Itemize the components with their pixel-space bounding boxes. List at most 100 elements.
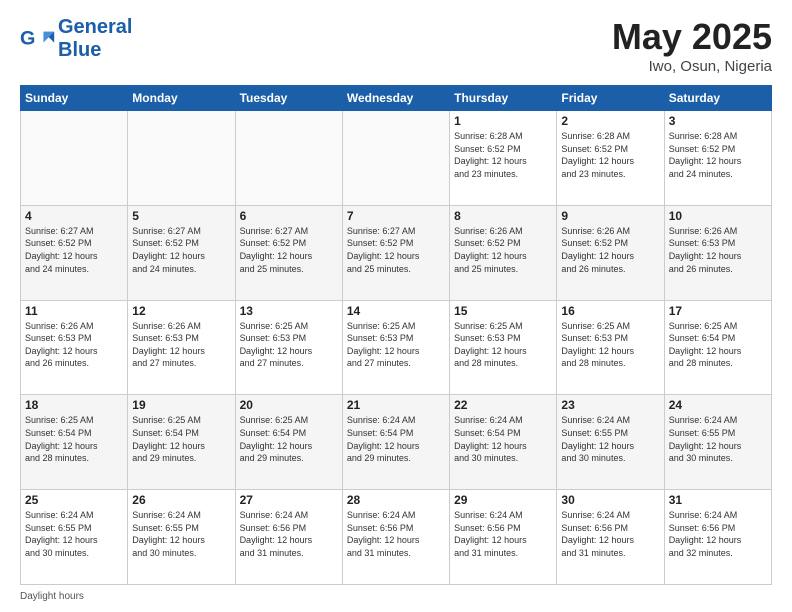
calendar-cell-w3-d7: 17Sunrise: 6:25 AM Sunset: 6:54 PM Dayli… bbox=[664, 300, 771, 395]
day-number: 15 bbox=[454, 304, 552, 318]
calendar-cell-w4-d5: 22 Sunrise: 6:24 AM Sunset: 6:54 PM Dayli… bbox=[450, 395, 557, 490]
day-number: 19 bbox=[132, 398, 230, 412]
calendar-cell-w5-d6: 30 Sunrise: 6:24 AM Sunset: 6:56 PM Dayli… bbox=[557, 490, 664, 585]
calendar-cell-w2-d3: 6 Sunrise: 6:27 AM Sunset: 6:52 PM Daylig… bbox=[235, 205, 342, 300]
title-location: Iwo, Osun, Nigeria bbox=[612, 58, 772, 75]
day-info: Sunrise: 6:28 AM Sunset: 6:52 PM Dayligh… bbox=[561, 130, 659, 180]
calendar-week-3: 11 Sunrise: 6:26 AM Sunset: 6:53 PM Dayli… bbox=[21, 300, 772, 395]
calendar-cell-w4-d6: 23Sunrise: 6:24 AM Sunset: 6:55 PM Dayli… bbox=[557, 395, 664, 490]
day-info: Sunrise: 6:25 AM Sunset: 6:54 PM Dayligh… bbox=[25, 414, 123, 464]
page: G General Blue May 2025 Iwo, Osun, Niger… bbox=[0, 0, 792, 612]
day-info: Sunrise: 6:26 AM Sunset: 6:53 PM Dayligh… bbox=[132, 320, 230, 370]
calendar-cell-w1-d5: 1 Sunrise: 6:28 AM Sunset: 6:52 PM Daylig… bbox=[450, 111, 557, 206]
day-number: 9 bbox=[561, 209, 659, 223]
calendar-table: SundayMondayTuesdayWednesdayThursdayFrid… bbox=[20, 85, 772, 585]
day-number: 14 bbox=[347, 304, 445, 318]
calendar-cell-w2-d2: 5 Sunrise: 6:27 AM Sunset: 6:52 PM Daylig… bbox=[128, 205, 235, 300]
calendar-week-4: 18 Sunrise: 6:25 AM Sunset: 6:54 PM Dayli… bbox=[21, 395, 772, 490]
title-month: May 2025 bbox=[612, 16, 772, 58]
logo: G General Blue bbox=[20, 16, 132, 62]
day-number: 27 bbox=[240, 493, 338, 507]
calendar-cell-w1-d4 bbox=[342, 111, 449, 206]
logo-blue: Blue bbox=[58, 39, 101, 61]
day-number: 25 bbox=[25, 493, 123, 507]
day-info: Sunrise: 6:24 AM Sunset: 6:54 PM Dayligh… bbox=[347, 414, 445, 464]
calendar-header-friday: Friday bbox=[557, 86, 664, 111]
footer: Daylight hours bbox=[20, 591, 772, 602]
calendar-cell-w1-d1 bbox=[21, 111, 128, 206]
day-number: 4 bbox=[25, 209, 123, 223]
day-info: Sunrise: 6:24 AM Sunset: 6:56 PM Dayligh… bbox=[240, 509, 338, 559]
calendar-cell-w3-d4: 14 Sunrise: 6:25 AM Sunset: 6:53 PM Dayli… bbox=[342, 300, 449, 395]
calendar-cell-w2-d5: 8 Sunrise: 6:26 AM Sunset: 6:52 PM Daylig… bbox=[450, 205, 557, 300]
calendar-week-2: 4 Sunrise: 6:27 AM Sunset: 6:52 PM Daylig… bbox=[21, 205, 772, 300]
footer-text: Daylight hours bbox=[20, 591, 84, 602]
calendar-cell-w1-d6: 2 Sunrise: 6:28 AM Sunset: 6:52 PM Daylig… bbox=[557, 111, 664, 206]
calendar-header-tuesday: Tuesday bbox=[235, 86, 342, 111]
logo-general: General bbox=[58, 16, 132, 39]
day-number: 22 bbox=[454, 398, 552, 412]
day-number: 18 bbox=[25, 398, 123, 412]
calendar-cell-w1-d3 bbox=[235, 111, 342, 206]
day-info: Sunrise: 6:25 AM Sunset: 6:54 PM Dayligh… bbox=[669, 320, 767, 370]
day-info: Sunrise: 6:24 AM Sunset: 6:55 PM Dayligh… bbox=[25, 509, 123, 559]
day-info: Sunrise: 6:24 AM Sunset: 6:56 PM Dayligh… bbox=[669, 509, 767, 559]
day-number: 5 bbox=[132, 209, 230, 223]
day-number: 11 bbox=[25, 304, 123, 318]
day-number: 28 bbox=[347, 493, 445, 507]
day-info: Sunrise: 6:25 AM Sunset: 6:53 PM Dayligh… bbox=[454, 320, 552, 370]
svg-text:G: G bbox=[20, 27, 35, 49]
calendar-header-sunday: Sunday bbox=[21, 86, 128, 111]
header: G General Blue May 2025 Iwo, Osun, Niger… bbox=[20, 16, 772, 75]
calendar-cell-w4-d3: 20 Sunrise: 6:25 AM Sunset: 6:54 PM Dayli… bbox=[235, 395, 342, 490]
day-number: 2 bbox=[561, 114, 659, 128]
calendar-cell-w5-d1: 25 Sunrise: 6:24 AM Sunset: 6:55 PM Dayli… bbox=[21, 490, 128, 585]
calendar-header-wednesday: Wednesday bbox=[342, 86, 449, 111]
day-info: Sunrise: 6:24 AM Sunset: 6:55 PM Dayligh… bbox=[669, 414, 767, 464]
day-info: Sunrise: 6:24 AM Sunset: 6:55 PM Dayligh… bbox=[132, 509, 230, 559]
day-number: 24 bbox=[669, 398, 767, 412]
day-info: Sunrise: 6:27 AM Sunset: 6:52 PM Dayligh… bbox=[25, 225, 123, 275]
calendar-cell-w5-d5: 29 Sunrise: 6:24 AM Sunset: 6:56 PM Dayli… bbox=[450, 490, 557, 585]
calendar-cell-w2-d7: 10Sunrise: 6:26 AM Sunset: 6:53 PM Dayli… bbox=[664, 205, 771, 300]
calendar-cell-w5-d3: 27 Sunrise: 6:24 AM Sunset: 6:56 PM Dayli… bbox=[235, 490, 342, 585]
calendar-week-1: 1 Sunrise: 6:28 AM Sunset: 6:52 PM Daylig… bbox=[21, 111, 772, 206]
day-number: 23 bbox=[561, 398, 659, 412]
calendar-cell-w4-d2: 19 Sunrise: 6:25 AM Sunset: 6:54 PM Dayli… bbox=[128, 395, 235, 490]
day-number: 16 bbox=[561, 304, 659, 318]
day-number: 3 bbox=[669, 114, 767, 128]
calendar-cell-w1-d7: 3 Sunrise: 6:28 AM Sunset: 6:52 PM Daylig… bbox=[664, 111, 771, 206]
day-info: Sunrise: 6:28 AM Sunset: 6:52 PM Dayligh… bbox=[454, 130, 552, 180]
day-info: Sunrise: 6:24 AM Sunset: 6:56 PM Dayligh… bbox=[561, 509, 659, 559]
calendar-cell-w4-d7: 24 Sunrise: 6:24 AM Sunset: 6:55 PM Dayli… bbox=[664, 395, 771, 490]
day-number: 12 bbox=[132, 304, 230, 318]
day-number: 29 bbox=[454, 493, 552, 507]
day-number: 30 bbox=[561, 493, 659, 507]
day-info: Sunrise: 6:28 AM Sunset: 6:52 PM Dayligh… bbox=[669, 130, 767, 180]
day-info: Sunrise: 6:24 AM Sunset: 6:54 PM Dayligh… bbox=[454, 414, 552, 464]
calendar-cell-w5-d2: 26Sunrise: 6:24 AM Sunset: 6:55 PM Dayli… bbox=[128, 490, 235, 585]
day-info: Sunrise: 6:26 AM Sunset: 6:53 PM Dayligh… bbox=[25, 320, 123, 370]
day-info: Sunrise: 6:25 AM Sunset: 6:53 PM Dayligh… bbox=[347, 320, 445, 370]
day-info: Sunrise: 6:25 AM Sunset: 6:54 PM Dayligh… bbox=[132, 414, 230, 464]
day-info: Sunrise: 6:27 AM Sunset: 6:52 PM Dayligh… bbox=[132, 225, 230, 275]
calendar-cell-w4-d4: 21Sunrise: 6:24 AM Sunset: 6:54 PM Dayli… bbox=[342, 395, 449, 490]
day-number: 1 bbox=[454, 114, 552, 128]
calendar-cell-w3-d2: 12 Sunrise: 6:26 AM Sunset: 6:53 PM Dayli… bbox=[128, 300, 235, 395]
day-info: Sunrise: 6:24 AM Sunset: 6:56 PM Dayligh… bbox=[347, 509, 445, 559]
calendar-header-thursday: Thursday bbox=[450, 86, 557, 111]
calendar-week-5: 25 Sunrise: 6:24 AM Sunset: 6:55 PM Dayli… bbox=[21, 490, 772, 585]
day-number: 6 bbox=[240, 209, 338, 223]
day-number: 10 bbox=[669, 209, 767, 223]
calendar-cell-w5-d4: 28 Sunrise: 6:24 AM Sunset: 6:56 PM Dayli… bbox=[342, 490, 449, 585]
calendar-cell-w3-d1: 11 Sunrise: 6:26 AM Sunset: 6:53 PM Dayli… bbox=[21, 300, 128, 395]
day-number: 20 bbox=[240, 398, 338, 412]
day-number: 8 bbox=[454, 209, 552, 223]
day-info: Sunrise: 6:25 AM Sunset: 6:54 PM Dayligh… bbox=[240, 414, 338, 464]
day-info: Sunrise: 6:24 AM Sunset: 6:56 PM Dayligh… bbox=[454, 509, 552, 559]
day-info: Sunrise: 6:26 AM Sunset: 6:52 PM Dayligh… bbox=[454, 225, 552, 275]
calendar-cell-w3-d5: 15 Sunrise: 6:25 AM Sunset: 6:53 PM Dayli… bbox=[450, 300, 557, 395]
calendar-header-saturday: Saturday bbox=[664, 86, 771, 111]
day-info: Sunrise: 6:27 AM Sunset: 6:52 PM Dayligh… bbox=[240, 225, 338, 275]
calendar-header-monday: Monday bbox=[128, 86, 235, 111]
